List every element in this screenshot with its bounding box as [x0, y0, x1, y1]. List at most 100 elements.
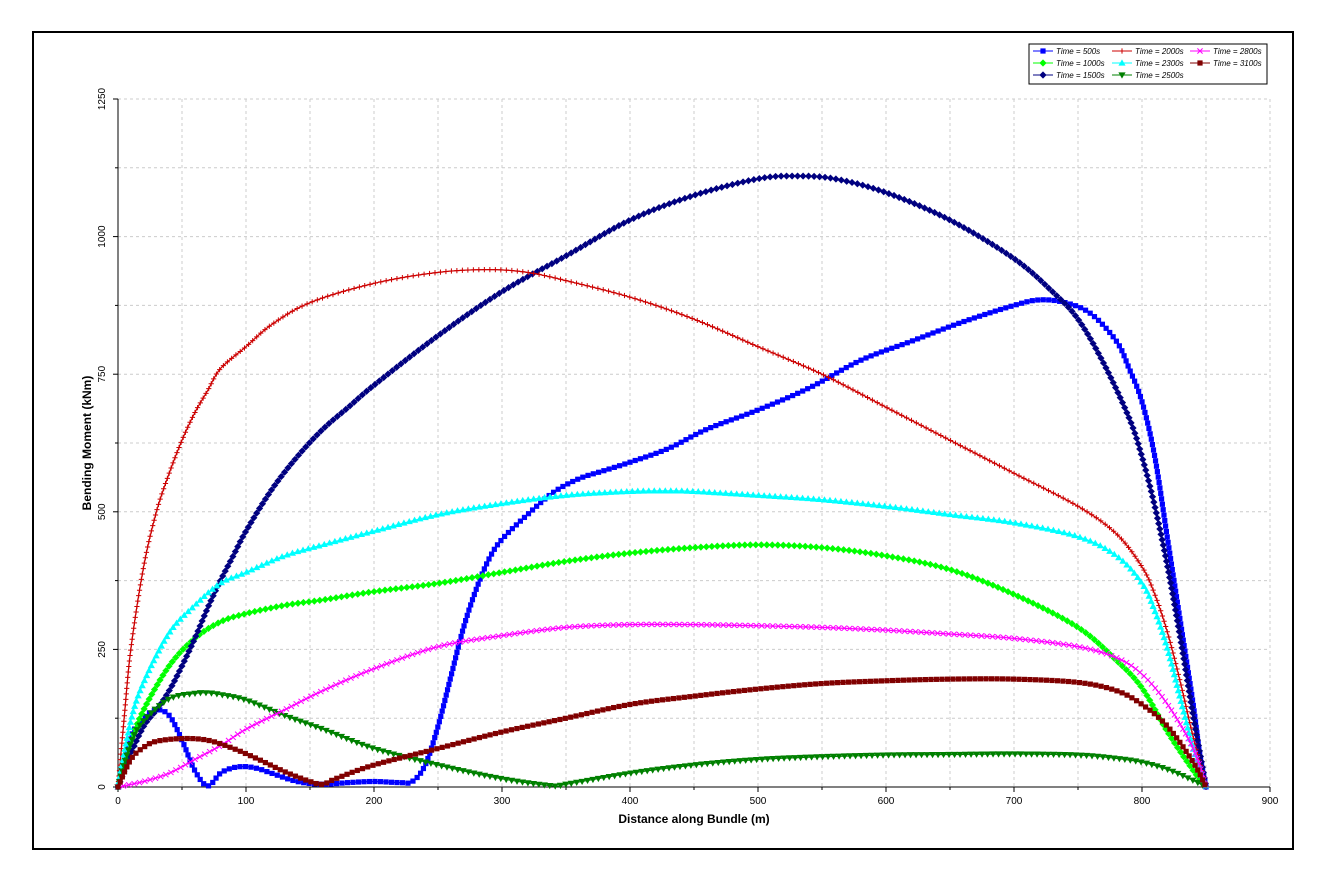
- data-point: [128, 713, 136, 720]
- data-point: [461, 623, 467, 629]
- data-point: [403, 583, 411, 592]
- data-point: [952, 440, 959, 446]
- data-point: [327, 684, 334, 690]
- data-point: [432, 270, 438, 276]
- data-point: [152, 512, 159, 518]
- data-point: [230, 734, 237, 741]
- data-point: [399, 780, 406, 786]
- data-point: [121, 769, 128, 775]
- data-point: [377, 779, 384, 785]
- data-point: [860, 392, 866, 398]
- data-point: [1134, 383, 1140, 389]
- data-point: [142, 743, 148, 750]
- data-point: [947, 437, 954, 444]
- data-point: [945, 324, 952, 330]
- data-point: [148, 528, 154, 534]
- data-point: [856, 548, 864, 556]
- data-point: [217, 740, 223, 747]
- data-point: [178, 439, 184, 445]
- data-point: [344, 771, 350, 777]
- data-point: [922, 676, 929, 683]
- data-point: [137, 582, 144, 588]
- data-point: [750, 341, 756, 348]
- data-point: [920, 334, 926, 340]
- data-point: [932, 562, 940, 570]
- data-point: [359, 589, 367, 597]
- data-point: [482, 733, 488, 739]
- data-point: [966, 317, 972, 323]
- data-point: [267, 604, 275, 612]
- data-point: [1031, 480, 1037, 486]
- data-point: [845, 384, 851, 390]
- data-point: [1159, 501, 1165, 507]
- data-point: [408, 583, 416, 591]
- data-point: [1171, 711, 1178, 718]
- data-point: [201, 781, 207, 787]
- data-point: [147, 533, 153, 539]
- data-point: [939, 676, 945, 682]
- data-point: [1060, 678, 1066, 684]
- data-point: [343, 592, 351, 600]
- data-point: [760, 346, 766, 352]
- data-point: [430, 580, 438, 588]
- data-point: [333, 780, 340, 787]
- data-point: [769, 401, 775, 407]
- data-point: [319, 295, 326, 301]
- data-point: [342, 677, 349, 684]
- data-point: [1116, 343, 1122, 349]
- data-point: [1147, 487, 1155, 496]
- data-point: [337, 593, 346, 601]
- data-point: [365, 588, 373, 596]
- data-point: [648, 452, 654, 458]
- data-point: [206, 737, 212, 744]
- data-point: [643, 454, 649, 460]
- data-point: [459, 628, 466, 634]
- data-point: [137, 747, 143, 753]
- data-point: [573, 713, 579, 719]
- data-point: [439, 708, 445, 714]
- data-point: [1142, 409, 1148, 416]
- data-point: [859, 181, 867, 189]
- data-point: [676, 695, 682, 701]
- data-point: [703, 692, 709, 698]
- data-point: [253, 720, 260, 727]
- data-point: [994, 676, 1000, 682]
- data-point: [1110, 334, 1116, 340]
- data-point: [873, 351, 879, 357]
- data-point: [878, 349, 884, 355]
- data-point: [221, 768, 227, 774]
- data-point: [616, 291, 622, 297]
- data-point: [1158, 490, 1164, 496]
- data-point: [903, 415, 910, 421]
- data-point: [1060, 495, 1066, 501]
- data-point: [119, 774, 125, 780]
- data-point: [796, 682, 802, 688]
- data-point: [339, 780, 345, 786]
- data-point: [1202, 782, 1208, 788]
- data-point: [905, 556, 913, 564]
- data-point: [394, 275, 400, 282]
- data-point: [129, 707, 137, 715]
- data-point: [864, 183, 872, 191]
- data-point: [917, 677, 923, 683]
- data-point: [288, 600, 297, 608]
- data-point: [1155, 519, 1163, 528]
- data-point: [1076, 679, 1083, 686]
- data-point: [544, 560, 552, 568]
- data-point: [601, 468, 607, 474]
- data-point: [585, 472, 591, 478]
- data-point: [459, 267, 465, 273]
- data-point: [259, 767, 265, 773]
- data-point: [765, 348, 771, 354]
- data-point: [992, 308, 998, 314]
- data-point: [889, 407, 895, 413]
- data-point: [728, 417, 734, 423]
- data-point: [770, 350, 776, 356]
- data-point: [785, 356, 791, 362]
- data-point: [522, 564, 530, 572]
- data-point: [1164, 534, 1170, 540]
- data-point: [457, 575, 465, 584]
- data-point: [476, 734, 483, 741]
- data-point: [1078, 305, 1084, 311]
- data-point: [310, 597, 318, 605]
